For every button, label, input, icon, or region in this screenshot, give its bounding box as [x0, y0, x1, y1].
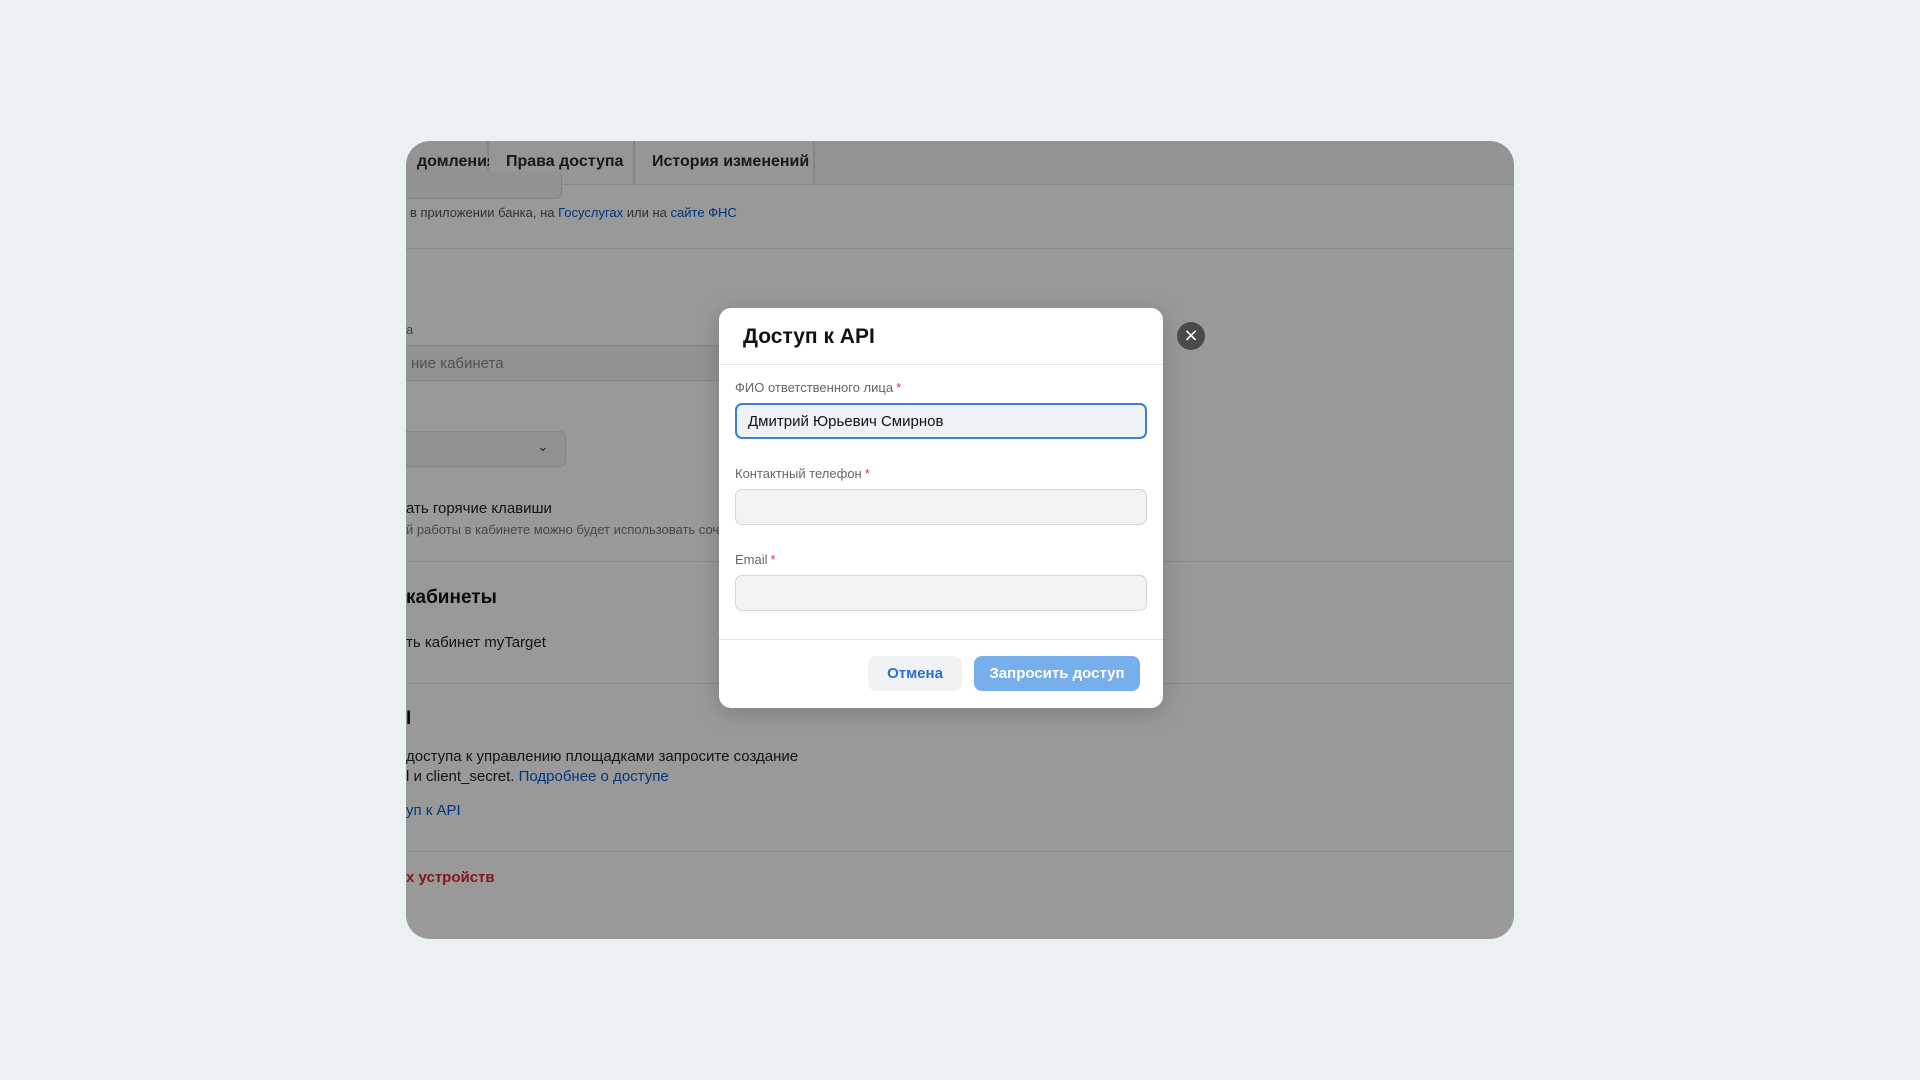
phone-input[interactable]	[735, 489, 1147, 525]
modal-title: Доступ к API	[743, 325, 875, 348]
fio-label: ФИО ответственного лица *	[735, 380, 902, 395]
phone-label: Контактный телефон *	[735, 466, 870, 481]
fio-input[interactable]	[735, 403, 1147, 439]
email-label: Email *	[735, 552, 776, 567]
close-icon[interactable]: ×	[1177, 322, 1205, 350]
cancel-button[interactable]: Отмена	[868, 656, 962, 691]
required-mark: *	[896, 380, 902, 395]
required-mark: *	[864, 466, 870, 481]
modal-footer-divider	[719, 639, 1163, 640]
modal-header-divider	[719, 364, 1163, 365]
request-access-button[interactable]: Запросить доступ	[974, 656, 1140, 691]
api-access-modal: Доступ к API ФИО ответственного лица* Ко…	[719, 308, 1163, 708]
email-input[interactable]	[735, 575, 1147, 611]
required-mark: *	[770, 552, 776, 567]
